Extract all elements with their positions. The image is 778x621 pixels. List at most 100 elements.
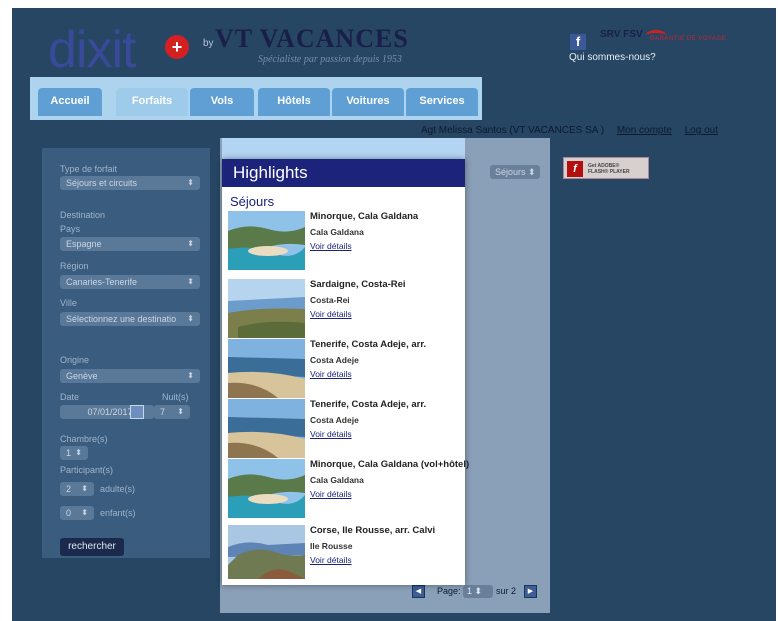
facebook-icon[interactable]: f	[570, 34, 586, 50]
highlights-popup: Highlights Séjours Minorque, Cala Galdan…	[222, 159, 469, 587]
flash-text-line2: FLASH® PLAYER	[588, 169, 630, 175]
destination-thumbnail[interactable]	[228, 339, 305, 398]
item-title: Tenerife, Costa Adeje, arr.	[310, 399, 427, 410]
date-label: Date	[60, 392, 80, 402]
logo-tagline: Spécialiste par passion depuis 1953	[258, 54, 402, 65]
details-link[interactable]: Voir détails	[310, 429, 352, 439]
chevron-down-icon: ⬍	[177, 407, 184, 416]
about-link[interactable]: Qui sommes-nous?	[569, 52, 656, 63]
tab-services[interactable]: Services	[406, 88, 478, 116]
nights-select[interactable]: 7 ⬍	[154, 405, 190, 419]
details-link[interactable]: Voir détails	[310, 489, 352, 499]
list-item[interactable]: Sardaigne, Costa-Rei Costa-Rei Voir déta…	[228, 279, 460, 341]
list-item[interactable]: Minorque, Cala Galdana Cala Galdana Voir…	[228, 211, 460, 273]
details-link[interactable]: Voir détails	[310, 555, 352, 565]
nights-select-value: 7	[160, 407, 166, 417]
logout-link[interactable]: Log out	[685, 125, 718, 136]
destination-thumbnail[interactable]	[228, 525, 305, 584]
adults-select[interactable]: 2 ⬍	[60, 482, 94, 496]
rooms-select-value: 1	[66, 448, 72, 458]
search-button[interactable]: rechercher	[60, 538, 124, 556]
page-select[interactable]: 1 ⬍	[463, 585, 493, 598]
region-select-value: Canaries-Tenerife	[66, 277, 138, 287]
category-filter-value: Séjours	[495, 167, 526, 177]
children-select[interactable]: 0 ⬍	[60, 506, 94, 520]
page-select-value: 1	[467, 586, 473, 596]
city-select[interactable]: Sélectionnez une destinatio ⬍	[60, 312, 200, 326]
item-title: Minorque, Cala Galdana (vol+hôtel)	[310, 459, 470, 470]
details-link[interactable]: Voir détails	[310, 241, 352, 251]
chevron-down-icon: ⬍	[187, 239, 194, 248]
participants-label: Participant(s)	[60, 465, 114, 475]
chevron-down-icon: ⬍	[187, 314, 194, 323]
account-link[interactable]: Mon compte	[617, 125, 672, 136]
rooms-label: Chambre(s)	[60, 434, 108, 444]
details-link[interactable]: Voir détails	[310, 369, 352, 379]
item-location: Ile Rousse	[310, 541, 353, 551]
destination-thumbnail[interactable]	[228, 211, 305, 270]
tab-accueil[interactable]: Accueil	[38, 88, 102, 116]
children-select-value: 0	[66, 508, 72, 518]
chevron-down-icon: ⬍	[81, 508, 88, 517]
search-panel: Type de forfait Séjours et circuits ⬍ Des…	[42, 148, 210, 558]
origin-label: Origine	[60, 355, 90, 365]
item-title: Minorque, Cala Galdana	[310, 211, 419, 222]
highlights-title: Highlights	[222, 159, 465, 187]
country-select[interactable]: Espagne ⬍	[60, 237, 200, 251]
origin-select[interactable]: Genève ⬍	[60, 369, 200, 383]
chevron-down-icon: ⬍	[81, 484, 88, 493]
region-label: Région	[60, 261, 89, 271]
adults-select-value: 2	[66, 484, 72, 494]
tab-vols[interactable]: Vols	[190, 88, 254, 116]
item-location: Cala Galdana	[310, 227, 364, 237]
adults-label: adulte(s)	[100, 484, 136, 494]
destination-thumbnail[interactable]	[228, 399, 305, 458]
list-item[interactable]: Tenerife, Costa Adeje, arr. Costa Adeje …	[228, 399, 460, 461]
country-label: Pays	[60, 224, 81, 234]
origin-select-value: Genève	[66, 371, 98, 381]
list-item[interactable]: Minorque, Cala Galdana (vol+hôtel) Cala …	[228, 459, 469, 521]
type-select[interactable]: Séjours et circuits ⬍	[60, 176, 200, 190]
tab-hotels[interactable]: Hôtels	[258, 88, 330, 116]
highlights-section-title: Séjours	[230, 194, 275, 209]
item-location: Costa Adeje	[310, 415, 359, 425]
category-filter-select[interactable]: Séjours ⬍	[490, 165, 540, 179]
region-select[interactable]: Canaries-Tenerife ⬍	[60, 275, 200, 289]
user-bar: Agt Melissa Santos (VT VACANCES SA ) Mon…	[421, 125, 718, 136]
flash-text: Get ADOBE® FLASH® PLAYER	[588, 163, 630, 175]
guarantee-logo: GARANTIE DE VOYAGE	[650, 36, 727, 42]
chevron-down-icon: ⬍	[187, 371, 194, 380]
city-select-value: Sélectionnez une destinatio	[66, 314, 177, 324]
tab-voitures[interactable]: Voitures	[332, 88, 404, 116]
tab-forfaits[interactable]: Forfaits	[116, 88, 188, 116]
list-item[interactable]: Corse, Ile Rousse, arr. Calvi Ile Rousse…	[228, 525, 460, 587]
vt-vacances-logo: VT VACANCES	[215, 24, 409, 53]
rooms-select[interactable]: 1 ⬍	[60, 446, 88, 460]
type-label: Type de forfait	[60, 164, 118, 174]
flash-icon: f	[567, 161, 583, 177]
country-select-value: Espagne	[66, 239, 102, 249]
city-label: Ville	[60, 298, 77, 308]
logo-by-text: by	[203, 38, 214, 49]
item-location: Cala Galdana	[310, 475, 364, 485]
chevron-down-icon: ⬍	[75, 448, 82, 457]
children-label: enfant(s)	[100, 508, 136, 518]
destination-thumbnail[interactable]	[228, 279, 305, 338]
chevron-down-icon: ⬍	[187, 178, 194, 187]
calendar-icon[interactable]	[130, 405, 144, 419]
agent-name: Agt Melissa Santos (VT VACANCES SA )	[421, 125, 605, 136]
destination-thumbnail[interactable]	[228, 459, 305, 518]
nights-label: Nuit(s)	[162, 392, 189, 402]
page-total: sur 2	[496, 586, 517, 596]
swiss-cross-icon: +	[165, 35, 189, 59]
item-title: Tenerife, Costa Adeje, arr.	[310, 339, 427, 350]
details-link[interactable]: Voir détails	[310, 309, 352, 319]
page-label: Page:	[437, 586, 461, 596]
dixit-logo[interactable]: dixit	[48, 20, 136, 80]
destination-label: Destination	[60, 210, 106, 220]
next-page-button[interactable]: ▶	[524, 585, 537, 598]
adobe-flash-badge[interactable]: f Get ADOBE® FLASH® PLAYER	[563, 157, 649, 179]
list-item[interactable]: Tenerife, Costa Adeje, arr. Costa Adeje …	[228, 339, 460, 401]
item-title: Sardaigne, Costa-Rei	[310, 279, 406, 290]
main-nav: Accueil Forfaits Vols Hôtels Voitures Se…	[30, 77, 482, 120]
